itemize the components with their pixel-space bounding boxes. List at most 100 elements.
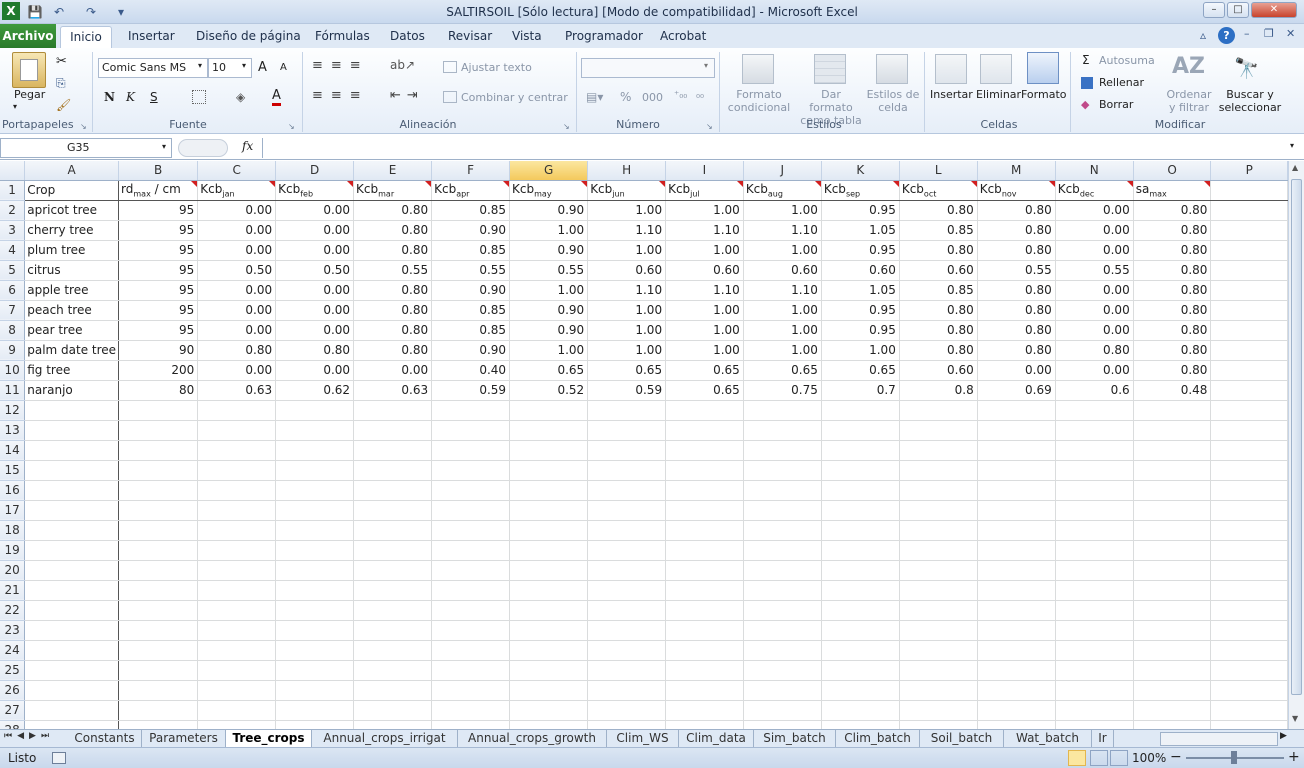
cell[interactable] [431, 660, 511, 681]
cell[interactable] [197, 720, 277, 729]
value-cell[interactable]: 0.52 [509, 380, 589, 401]
column-header[interactable]: J [743, 161, 822, 181]
cell[interactable] [1055, 560, 1134, 581]
tab-page-layout[interactable]: Diseño de página [192, 26, 305, 48]
cell[interactable] [1210, 700, 1288, 721]
cell[interactable] [509, 460, 589, 481]
cell[interactable] [275, 440, 355, 461]
borders-icon[interactable] [192, 90, 206, 104]
value-cell[interactable]: 0.40 [431, 360, 511, 381]
cell[interactable] [977, 620, 1056, 641]
cell[interactable] [665, 720, 744, 729]
clear-icon[interactable]: ◆ [1081, 98, 1089, 111]
value-cell[interactable]: 0.80 [353, 220, 433, 241]
cell[interactable] [118, 460, 199, 481]
font-launcher-icon[interactable]: ↘ [288, 122, 295, 131]
value-cell[interactable]: 0.00 [1055, 360, 1134, 381]
tab-view[interactable]: Vista [508, 26, 546, 48]
tab-formulas[interactable]: Fórmulas [311, 26, 374, 48]
header-cell-rd[interactable]: rdmax / cm [118, 180, 199, 201]
cell[interactable] [899, 660, 978, 681]
value-cell[interactable]: 0.55 [1055, 260, 1134, 281]
cell[interactable] [1133, 720, 1212, 729]
cell[interactable] [1133, 580, 1212, 601]
cell[interactable] [509, 680, 589, 701]
cell[interactable] [587, 400, 667, 421]
cell[interactable] [665, 420, 744, 441]
sheet-tab[interactable]: Ir [1092, 730, 1114, 747]
cell[interactable] [24, 600, 120, 621]
value-cell[interactable]: 1.00 [587, 320, 667, 341]
cell[interactable] [24, 540, 120, 561]
value-cell[interactable]: 0.00 [275, 220, 355, 241]
value-cell[interactable]: 0.80 [977, 320, 1056, 341]
cell[interactable] [821, 520, 900, 541]
cut-icon[interactable]: ✂ [56, 54, 67, 69]
cell[interactable] [197, 540, 277, 561]
cell[interactable] [431, 680, 511, 701]
cell[interactable] [899, 480, 978, 501]
sheet-tab[interactable]: Annual_crops_growth [458, 730, 607, 747]
cell[interactable] [665, 520, 744, 541]
value-cell[interactable]: 1.10 [665, 220, 744, 241]
value-cell[interactable]: 1.00 [743, 300, 822, 321]
tab-insert[interactable]: Insertar [124, 26, 179, 48]
cell[interactable] [665, 580, 744, 601]
cell[interactable] [977, 500, 1056, 521]
cell[interactable] [587, 720, 667, 729]
cell[interactable] [1133, 440, 1212, 461]
value-cell[interactable]: 95 [118, 300, 199, 321]
cell[interactable] [118, 720, 199, 729]
cell[interactable] [431, 720, 511, 729]
sheet-tab[interactable]: Constants [68, 730, 142, 747]
value-cell[interactable]: 1.00 [665, 320, 744, 341]
cell[interactable] [587, 620, 667, 641]
value-cell[interactable]: 0.55 [353, 260, 433, 281]
header-cell-kcb[interactable]: Kcbaug [743, 180, 822, 201]
horizontal-align-icons[interactable]: ≡≡≡ [312, 88, 369, 103]
value-cell[interactable]: 0.00 [275, 360, 355, 381]
cell[interactable] [509, 700, 589, 721]
cell[interactable] [1210, 300, 1288, 321]
cell[interactable] [1133, 640, 1212, 661]
cell[interactable] [1210, 240, 1288, 261]
cell[interactable] [431, 460, 511, 481]
cell[interactable] [275, 640, 355, 661]
cell[interactable] [197, 600, 277, 621]
vertical-align-icons[interactable]: ≡≡≡ [312, 58, 369, 73]
cell[interactable] [1133, 460, 1212, 481]
value-cell[interactable]: 0.00 [197, 220, 277, 241]
cell[interactable] [431, 440, 511, 461]
cell[interactable] [1210, 420, 1288, 441]
grow-font-icon[interactable]: A [258, 60, 267, 75]
cell[interactable] [509, 580, 589, 601]
cell[interactable] [899, 700, 978, 721]
cell[interactable] [275, 720, 355, 729]
cell[interactable] [1133, 620, 1212, 641]
cell[interactable] [899, 640, 978, 661]
page-break-view-icon[interactable] [1110, 750, 1128, 766]
thousands-button[interactable]: 000 [642, 91, 663, 104]
header-cell-kcb[interactable]: Kcboct [899, 180, 978, 201]
cell[interactable] [743, 560, 822, 581]
cell[interactable] [1210, 620, 1288, 641]
minimize-button[interactable]: – [1203, 2, 1225, 18]
cell[interactable] [275, 620, 355, 641]
cell[interactable] [1055, 580, 1134, 601]
value-cell[interactable]: 0.80 [197, 340, 277, 361]
crop-name-cell[interactable]: apple tree [24, 280, 120, 301]
cell[interactable] [353, 680, 433, 701]
cell[interactable] [353, 620, 433, 641]
cell[interactable] [743, 520, 822, 541]
value-cell[interactable]: 0.65 [509, 360, 589, 381]
format-painter-icon[interactable]: 🖌 [56, 98, 71, 112]
cell[interactable] [665, 660, 744, 681]
cell[interactable] [197, 640, 277, 661]
value-cell[interactable]: 0.80 [1133, 220, 1212, 241]
cell[interactable] [275, 500, 355, 521]
paste-dropdown-icon[interactable]: ▾ [13, 102, 17, 111]
cell[interactable] [24, 700, 120, 721]
close-button[interactable]: ✕ [1251, 2, 1297, 18]
zoom-in-button[interactable]: + [1288, 749, 1300, 765]
column-header[interactable]: G [509, 161, 589, 181]
